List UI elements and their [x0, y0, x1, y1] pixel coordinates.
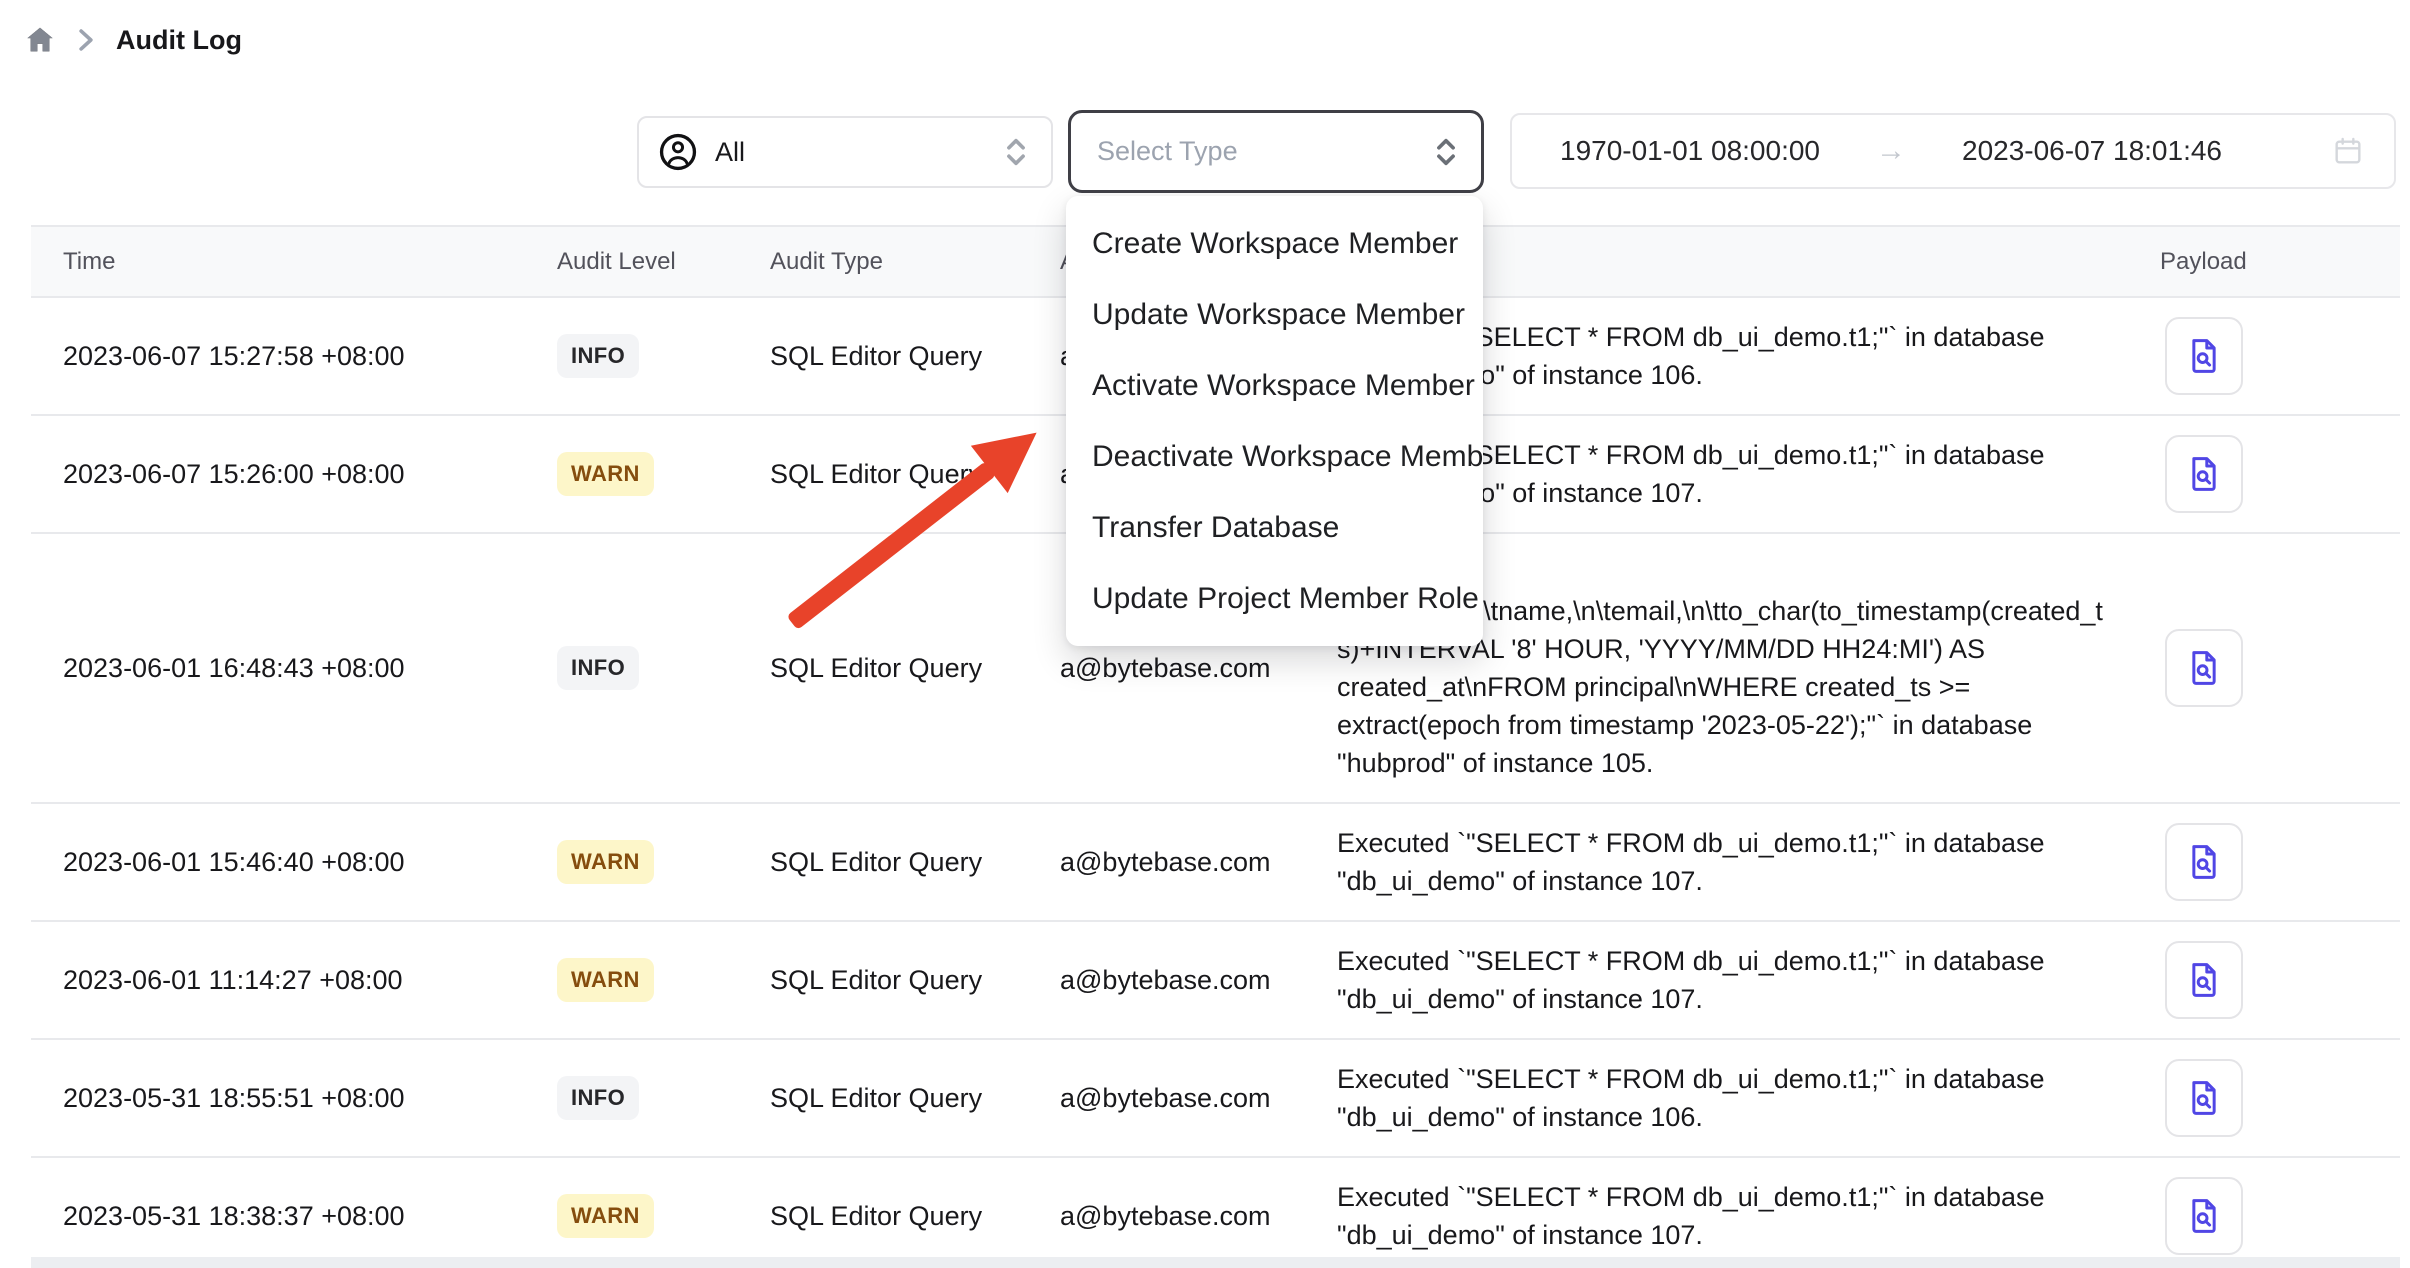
view-payload-button[interactable] — [2165, 1059, 2243, 1137]
cell-audit-type: SQL Editor Query — [738, 1083, 1028, 1114]
cell-comment: Executed `"SELECT * FROM db_ui_demo.t1;"… — [1305, 922, 2108, 1038]
type-menu-item-label: Deactivate Workspace Member — [1092, 440, 1483, 474]
next-row-partial — [31, 1257, 2400, 1268]
file-search-icon — [2183, 959, 2225, 1001]
type-menu-item[interactable]: Activate Workspace Member — [1066, 350, 1483, 421]
type-menu-item-label: Update Workspace Member — [1092, 298, 1465, 332]
view-payload-button[interactable] — [2165, 435, 2243, 513]
person-circle-icon — [657, 131, 699, 173]
type-menu-item[interactable]: Deactivate Workspace Member — [1066, 421, 1483, 492]
cell-time: 2023-06-07 15:26:00 +08:00 — [31, 459, 525, 490]
type-menu-item[interactable]: Create Workspace Member — [1066, 208, 1483, 279]
type-menu-item[interactable]: Transfer Database — [1066, 492, 1483, 563]
type-menu-item-label: Transfer Database — [1092, 511, 1339, 545]
audit-log-page: Audit Log All Select Type 1970-01-01 08:… — [0, 0, 2410, 1268]
audit-level-badge: WARN — [557, 958, 654, 1002]
chevron-right-icon — [76, 27, 96, 53]
breadcrumb: Audit Log — [24, 24, 242, 56]
audit-level-badge: INFO — [557, 334, 639, 378]
cell-time: 2023-05-31 18:38:37 +08:00 — [31, 1201, 525, 1232]
audit-level-badge: INFO — [557, 1076, 639, 1120]
view-payload-button[interactable] — [2165, 823, 2243, 901]
table-row: 2023-06-01 15:46:40 +08:00 WARN SQL Edit… — [31, 804, 2400, 922]
cell-audit-type: SQL Editor Query — [738, 965, 1028, 996]
cell-actor: a@bytebase.com — [1028, 1083, 1305, 1114]
audit-level-badge: INFO — [557, 646, 639, 690]
cell-actor: a@bytebase.com — [1028, 965, 1305, 996]
chevron-up-down-icon — [1001, 135, 1031, 169]
view-payload-button[interactable] — [2165, 317, 2243, 395]
cell-audit-type: SQL Editor Query — [738, 459, 1028, 490]
audit-level-badge: WARN — [557, 840, 654, 884]
cell-audit-type: SQL Editor Query — [738, 341, 1028, 372]
view-payload-button[interactable] — [2165, 629, 2243, 707]
file-search-icon — [2183, 841, 2225, 883]
arrow-right-icon: → — [1876, 134, 1906, 168]
type-filter-select[interactable]: Select Type — [1068, 110, 1484, 193]
column-header-type: Audit Type — [738, 248, 1028, 276]
view-payload-button[interactable] — [2165, 1177, 2243, 1255]
cell-time: 2023-06-01 15:46:40 +08:00 — [31, 847, 525, 878]
cell-time: 2023-05-31 18:55:51 +08:00 — [31, 1083, 525, 1114]
table-row: 2023-05-31 18:55:51 +08:00 INFO SQL Edit… — [31, 1040, 2400, 1158]
table-row: 2023-05-31 18:38:37 +08:00 WARN SQL Edit… — [31, 1158, 2400, 1268]
cell-audit-type: SQL Editor Query — [738, 653, 1028, 684]
cell-comment: Executed `"SELECT * FROM db_ui_demo.t1;"… — [1305, 1040, 2108, 1156]
audit-level-badge: WARN — [557, 452, 654, 496]
type-menu-item[interactable]: Update Workspace Member — [1066, 279, 1483, 350]
cell-audit-type: SQL Editor Query — [738, 1201, 1028, 1232]
file-search-icon — [2183, 1077, 2225, 1119]
cell-comment: Executed `"SELECT * FROM db_ui_demo.t1;"… — [1305, 804, 2108, 920]
type-menu-item[interactable]: Update Project Member Role — [1066, 563, 1483, 634]
type-menu-item-label: Update Project Member Role — [1092, 582, 1479, 616]
cell-comment: Executed `"SELECT * FROM db_ui_demo.t1;"… — [1305, 1158, 2108, 1268]
cell-audit-type: SQL Editor Query — [738, 847, 1028, 878]
type-menu-item-label: Activate Workspace Member — [1092, 369, 1475, 403]
calendar-icon — [2332, 135, 2364, 167]
date-range-picker[interactable]: 1970-01-01 08:00:00 → 2023-06-07 18:01:4… — [1510, 113, 2396, 189]
cell-actor: a@bytebase.com — [1028, 847, 1305, 878]
file-search-icon — [2183, 453, 2225, 495]
cell-actor: a@bytebase.com — [1028, 1201, 1305, 1232]
cell-time: 2023-06-07 15:27:58 +08:00 — [31, 341, 525, 372]
file-search-icon — [2183, 335, 2225, 377]
chevron-up-down-icon — [1431, 135, 1461, 169]
type-menu-item-label: Create Workspace Member — [1092, 227, 1458, 261]
type-filter-placeholder: Select Type — [1097, 136, 1238, 167]
date-range-end[interactable]: 2023-06-07 18:01:46 — [1962, 135, 2222, 167]
cell-time: 2023-06-01 16:48:43 +08:00 — [31, 653, 525, 684]
cell-time: 2023-06-01 11:14:27 +08:00 — [31, 965, 525, 996]
table-row: 2023-06-01 11:14:27 +08:00 WARN SQL Edit… — [31, 922, 2400, 1040]
home-icon[interactable] — [24, 24, 56, 56]
column-header-time: Time — [31, 248, 525, 276]
type-select-dropdown-menu: Create Workspace Member Update Workspace… — [1066, 196, 1483, 646]
column-header-level: Audit Level — [525, 248, 738, 276]
date-range-start[interactable]: 1970-01-01 08:00:00 — [1560, 135, 1820, 167]
view-payload-button[interactable] — [2165, 941, 2243, 1019]
cell-actor: a@bytebase.com — [1028, 653, 1305, 684]
file-search-icon — [2183, 1195, 2225, 1237]
column-header-payload: Payload — [2108, 248, 2400, 276]
actor-filter-value: All — [715, 137, 745, 168]
page-title: Audit Log — [116, 25, 242, 56]
actor-filter-select[interactable]: All — [637, 116, 1053, 188]
audit-level-badge: WARN — [557, 1194, 654, 1238]
file-search-icon — [2183, 647, 2225, 689]
